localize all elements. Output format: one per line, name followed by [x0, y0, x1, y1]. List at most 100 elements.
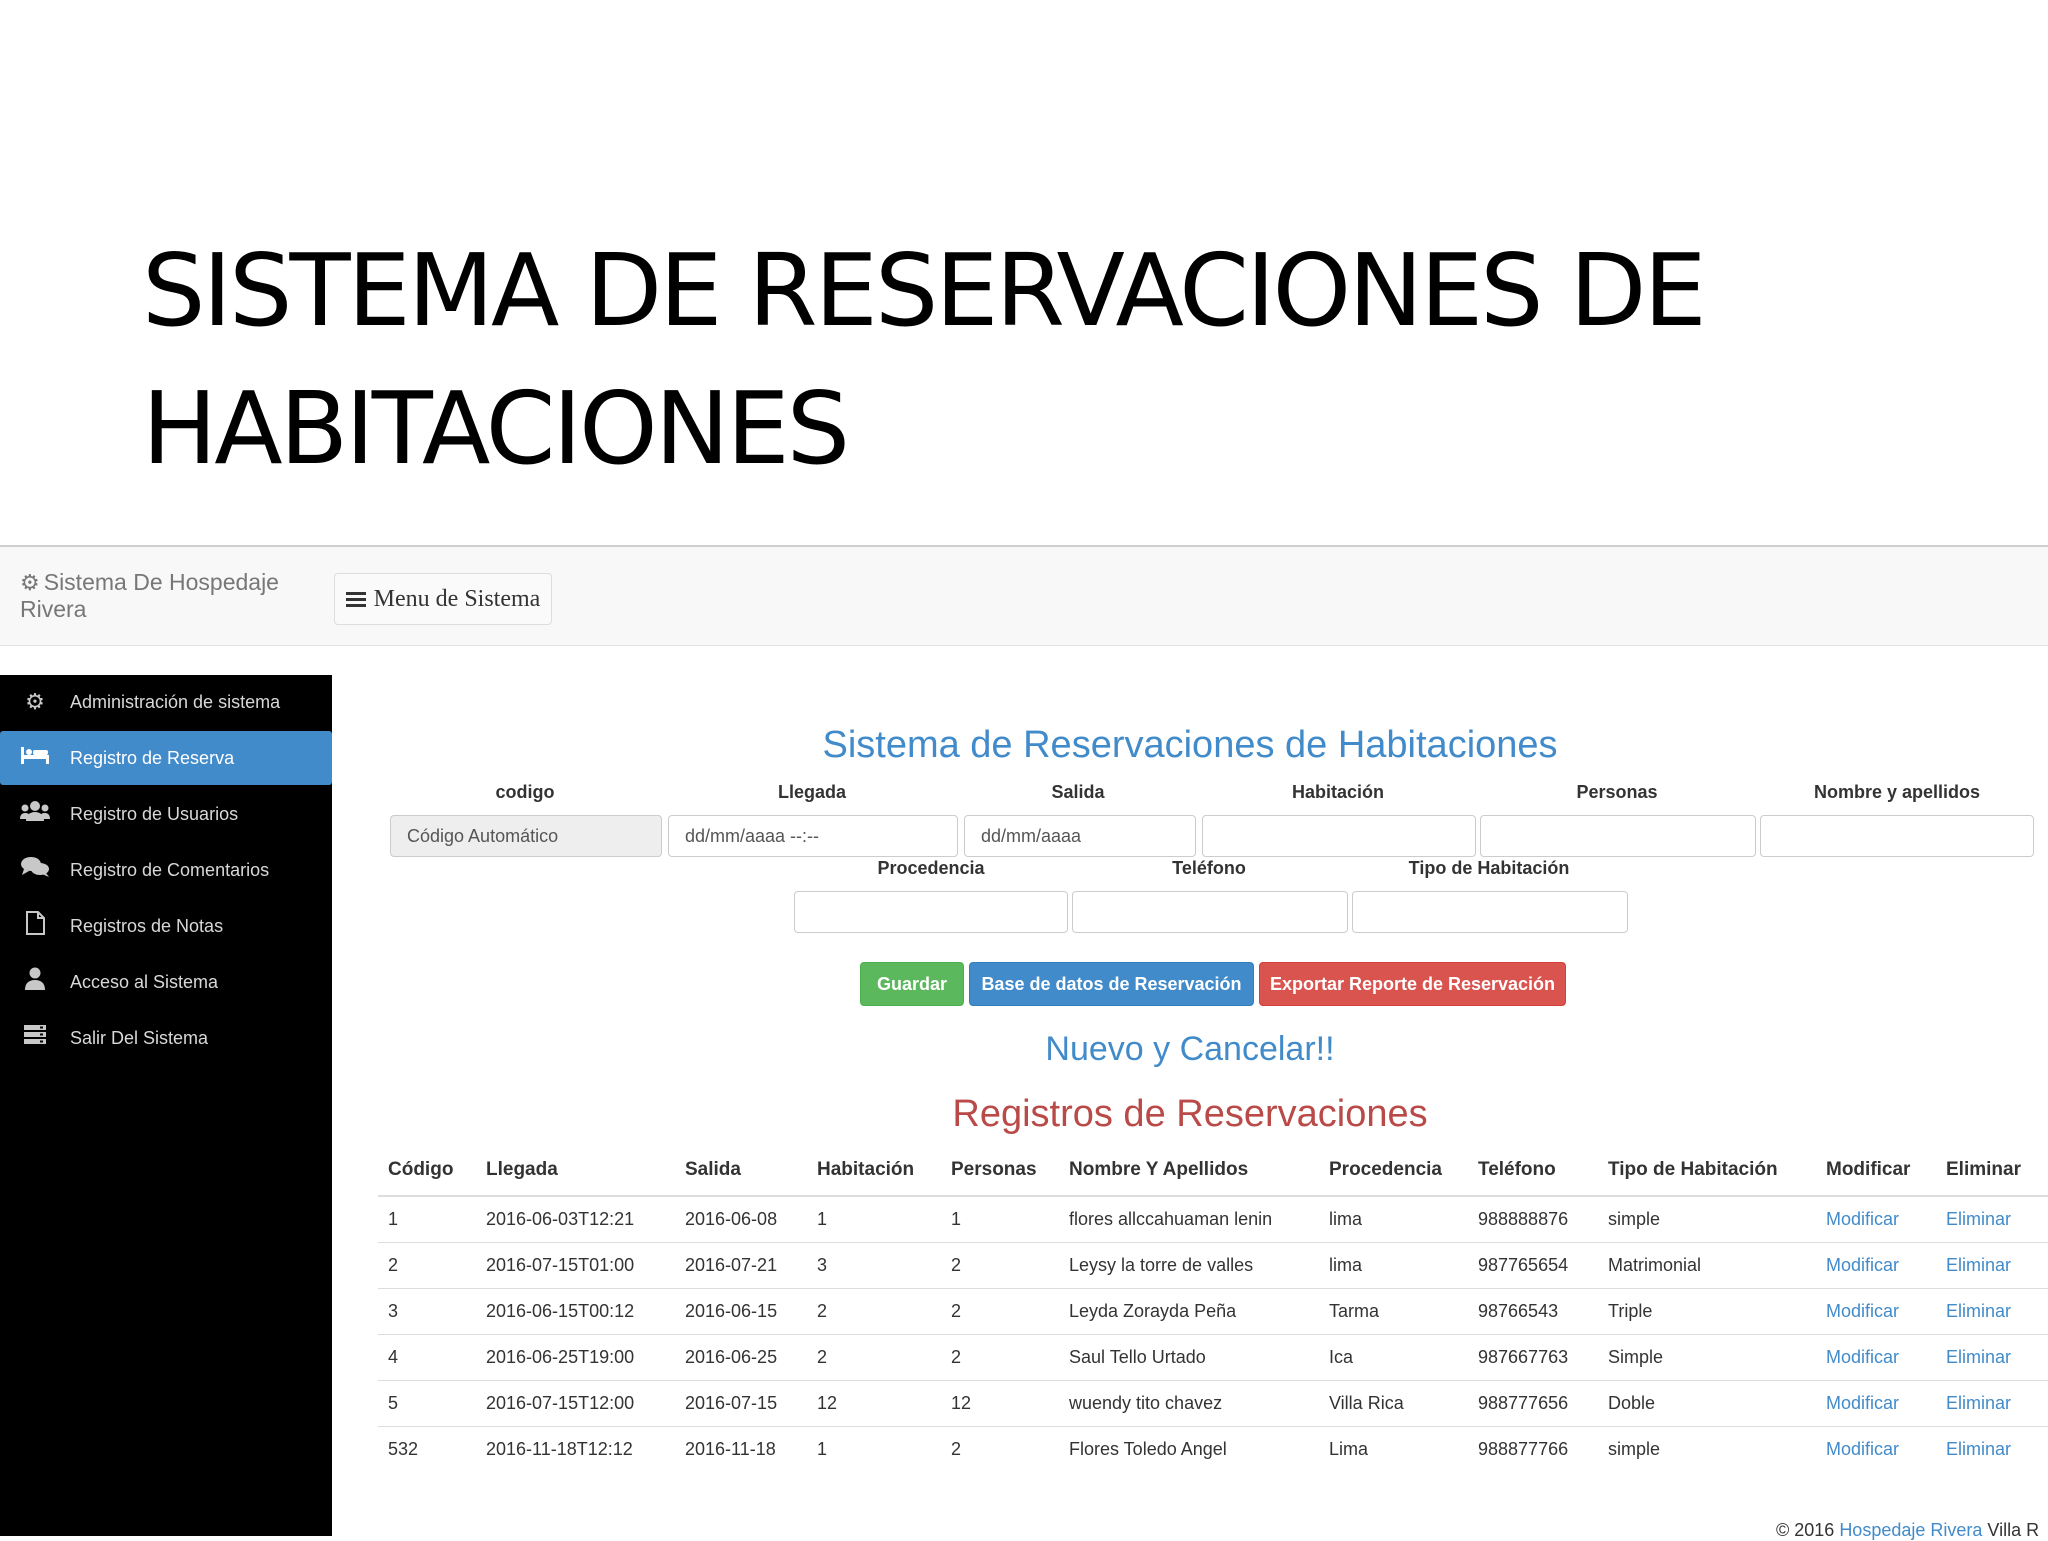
table-cell: 3 [807, 1242, 941, 1289]
label-codigo: codigo [495, 782, 555, 802]
users-icon [0, 800, 70, 828]
table-cell: 2 [941, 1242, 1059, 1289]
sidebar-item-registro-comentarios[interactable]: Registro de Comentarios [0, 843, 332, 897]
table-cell: Eliminar [1936, 1242, 2048, 1289]
table-cell: 2016-07-15 [675, 1380, 807, 1427]
navbar-brand[interactable]: ⚙ Sistema De Hospedaje Rivera [20, 569, 320, 623]
system-menu-label: Menu de Sistema [373, 585, 541, 612]
system-menu-button[interactable]: Menu de Sistema [334, 573, 552, 625]
label-nombre: Nombre y apellidos [1813, 782, 1981, 802]
base-datos-button[interactable]: Base de datos de Reservación [969, 962, 1254, 1006]
modificar-link[interactable]: Modificar [1826, 1209, 1899, 1229]
sidebar: ⚙ Administración de sistema Registro de … [0, 675, 332, 1536]
eliminar-link[interactable]: Eliminar [1946, 1255, 2011, 1275]
col-personas: Personas [941, 1145, 1059, 1197]
table-cell: 2016-06-15 [675, 1288, 807, 1335]
table-cell: Eliminar [1936, 1426, 2048, 1472]
table-cell: 987765654 [1468, 1242, 1598, 1289]
procedencia-field[interactable] [794, 891, 1068, 933]
col-telefono: Teléfono [1468, 1145, 1598, 1197]
personas-field[interactable] [1480, 815, 1756, 857]
sidebar-item-label: Acceso al Sistema [70, 971, 219, 992]
table-cell: 2 [807, 1334, 941, 1381]
eliminar-link[interactable]: Eliminar [1946, 1393, 2011, 1413]
table-cell: 2016-07-15T01:00 [476, 1242, 675, 1289]
table-cell: 12 [941, 1380, 1059, 1427]
guardar-button[interactable]: Guardar [860, 962, 964, 1006]
table-cell: 2016-06-25T19:00 [476, 1334, 675, 1381]
modificar-link[interactable]: Modificar [1826, 1393, 1899, 1413]
modificar-link[interactable]: Modificar [1826, 1255, 1899, 1275]
table-cell: Leysy la torre de valles [1059, 1242, 1319, 1289]
brand-text: Sistema De Hospedaje Rivera [20, 569, 279, 622]
table-cell: Leyda Zorayda Peña [1059, 1288, 1319, 1335]
llegada-field[interactable]: dd/mm/aaaa --:-- [668, 815, 958, 857]
modificar-link[interactable]: Modificar [1826, 1301, 1899, 1321]
table-cell: 2 [378, 1242, 476, 1289]
table-cell: Flores Toledo Angel [1059, 1426, 1319, 1472]
table-cell: Ica [1319, 1334, 1468, 1381]
table-cell: 532 [378, 1426, 476, 1472]
footer-link[interactable]: Hospedaje Rivera [1839, 1520, 1982, 1540]
table-cell: 4 [378, 1334, 476, 1381]
sidebar-item-registro-reserva[interactable]: Registro de Reserva [0, 731, 332, 785]
table-cell: lima [1319, 1242, 1468, 1289]
file-icon [0, 911, 70, 941]
eliminar-link[interactable]: Eliminar [1946, 1301, 2011, 1321]
habitacion-field[interactable] [1202, 815, 1476, 857]
exportar-reporte-button[interactable]: Exportar Reporte de Reservación [1259, 962, 1566, 1006]
table-row: 532 2016-11-18T12:12 2016-11-18 1 2 Flores To… [378, 1426, 2048, 1472]
tipo-habitacion-field[interactable] [1352, 891, 1628, 933]
sidebar-item-salir-sistema[interactable]: Salir Del Sistema [0, 1011, 332, 1065]
nuevo-cancelar-link[interactable]: Nuevo y Cancelar!! [332, 1030, 2048, 1069]
table-cell: Modificar [1816, 1380, 1936, 1427]
table-cell: 5 [378, 1380, 476, 1427]
sidebar-item-registro-usuarios[interactable]: Registro de Usuarios [0, 787, 332, 841]
table-cell: 2016-11-18 [675, 1426, 807, 1472]
table-cell: Triple [1598, 1288, 1816, 1335]
table-row: 4 2016-06-25T19:00 2016-06-25 2 2 Saul Tello … [378, 1334, 2048, 1381]
table-cell: 2 [807, 1288, 941, 1335]
eliminar-link[interactable]: Eliminar [1946, 1347, 2011, 1367]
sidebar-item-label: Administración de sistema [70, 691, 281, 712]
nombre-field[interactable] [1760, 815, 2034, 857]
table-cell: Lima [1319, 1426, 1468, 1472]
table-cell: Eliminar [1936, 1334, 2048, 1381]
table-cell: Modificar [1816, 1334, 1936, 1381]
reservations-table: Código Llegada Salida Habitación Persona… [378, 1145, 2048, 1472]
col-eliminar: Eliminar [1936, 1145, 2048, 1197]
sidebar-item-registros-notas[interactable]: Registros de Notas [0, 899, 332, 953]
table-row: 2 2016-07-15T01:00 2016-07-21 3 2 Leysy la to… [378, 1242, 2048, 1289]
table-cell: 988777656 [1468, 1380, 1598, 1427]
table-cell: 2 [941, 1288, 1059, 1335]
gear-icon: ⚙ [25, 689, 45, 714]
table-cell: 2 [941, 1426, 1059, 1472]
table-cell: 2016-07-21 [675, 1242, 807, 1289]
label-tipo-habitacion: Tipo de Habitación [1408, 858, 1570, 878]
table-cell: 2 [941, 1334, 1059, 1381]
telefono-field[interactable] [1072, 891, 1348, 933]
eliminar-link[interactable]: Eliminar [1946, 1439, 2011, 1459]
table-cell: Modificar [1816, 1288, 1936, 1335]
sidebar-item-acceso-sistema[interactable]: Acceso al Sistema [0, 955, 332, 1009]
footer: © 2016 Hospedaje Rivera Villa R [1776, 1520, 2039, 1541]
modificar-link[interactable]: Modificar [1826, 1347, 1899, 1367]
codigo-field[interactable]: Código Automático [390, 815, 662, 857]
label-llegada: Llegada [777, 782, 847, 802]
eliminar-link[interactable]: Eliminar [1946, 1209, 2011, 1229]
modificar-link[interactable]: Modificar [1826, 1439, 1899, 1459]
table-cell: 1 [378, 1195, 476, 1243]
table-cell: 98766543 [1468, 1288, 1598, 1335]
table-cell: Modificar [1816, 1242, 1936, 1289]
table-cell: Modificar [1816, 1426, 1936, 1472]
label-telefono: Teléfono [1172, 858, 1246, 878]
col-tipo: Tipo de Habitación [1598, 1145, 1816, 1197]
col-procedencia: Procedencia [1319, 1145, 1468, 1197]
sidebar-item-administracion[interactable]: ⚙ Administración de sistema [0, 675, 332, 729]
label-habitacion: Habitación [1291, 782, 1384, 802]
table-row: 1 2016-06-03T12:21 2016-06-08 1 1 flores allc… [378, 1195, 2048, 1243]
table-cell: Tarma [1319, 1288, 1468, 1335]
salida-field[interactable]: dd/mm/aaaa [964, 815, 1196, 857]
top-navbar: ⚙ Sistema De Hospedaje Rivera Menu de Sis… [0, 545, 2048, 646]
table-cell: 2016-06-03T12:21 [476, 1195, 675, 1243]
